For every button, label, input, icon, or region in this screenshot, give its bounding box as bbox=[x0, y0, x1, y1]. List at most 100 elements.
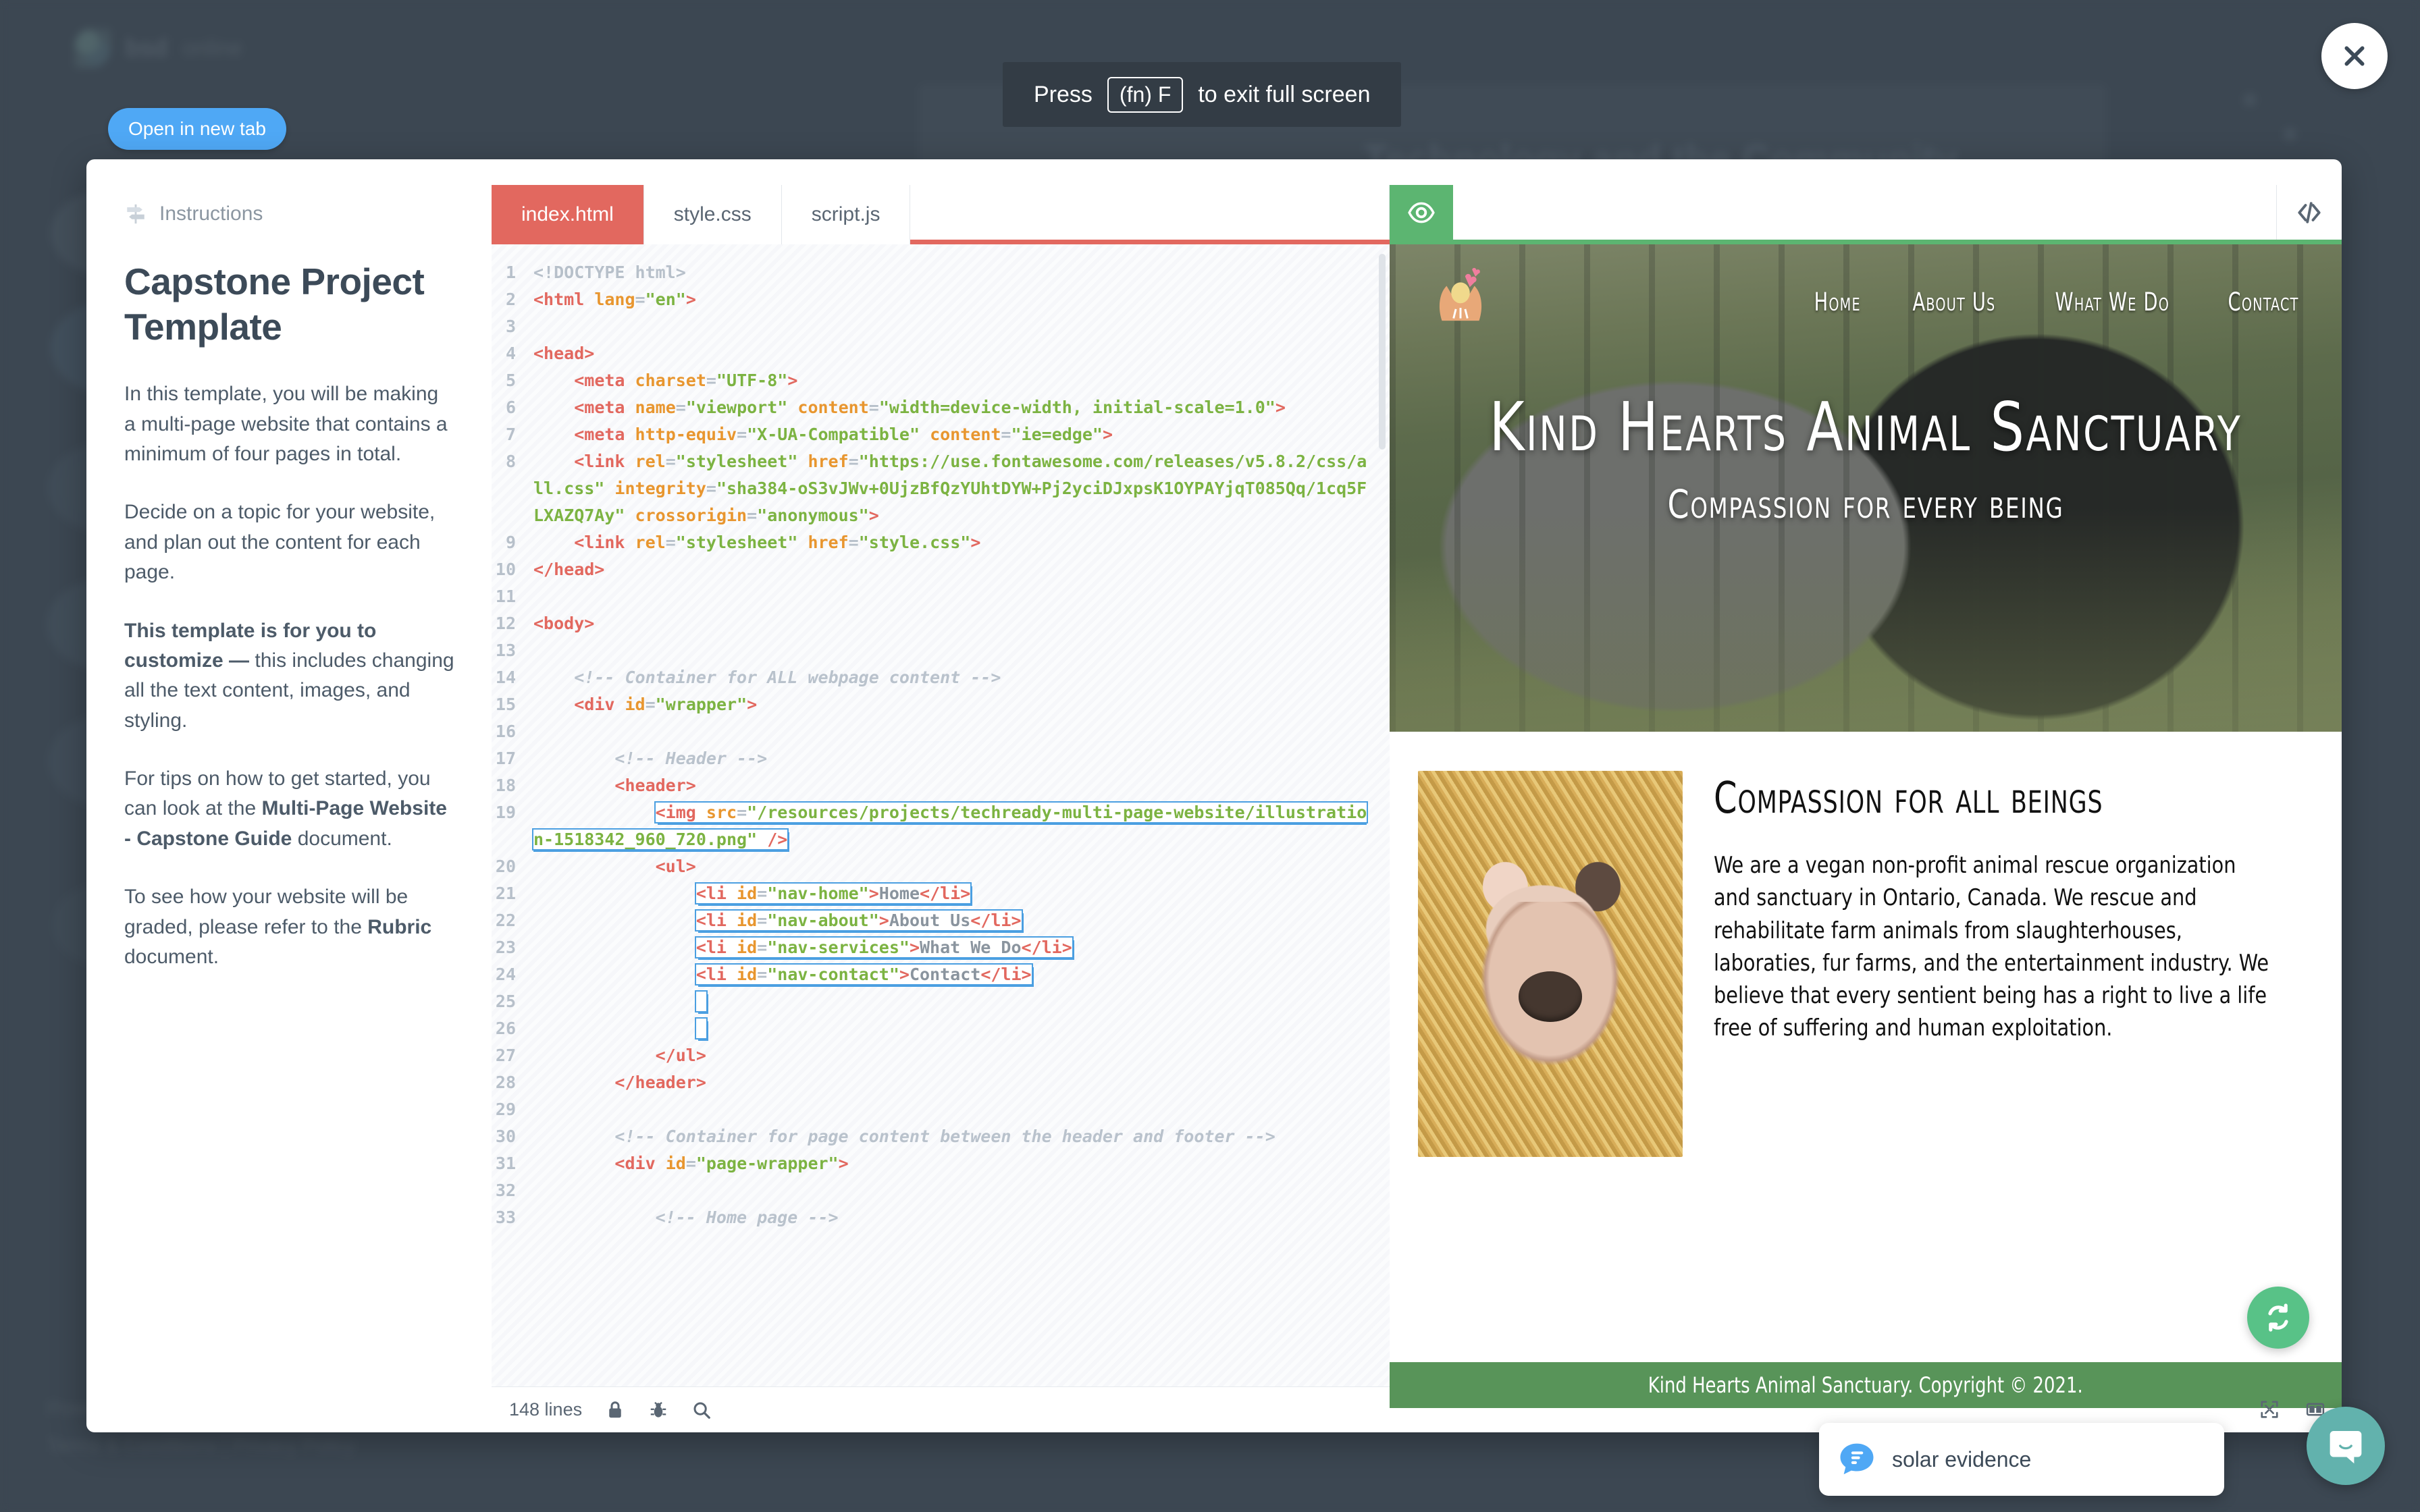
line-content[interactable]: <!DOCTYPE html> bbox=[533, 259, 1390, 286]
code-line[interactable]: 5 <meta charset="UTF-8"> bbox=[492, 367, 1390, 394]
line-content[interactable]: <img src="/resources/projects/techready-… bbox=[531, 799, 1390, 853]
tab-script-js[interactable]: script.js bbox=[781, 185, 911, 244]
close-modal-button[interactable] bbox=[2321, 23, 2388, 89]
line-content[interactable]: <head> bbox=[533, 340, 1390, 367]
code-line[interactable]: 31 <div id="page-wrapper"> bbox=[492, 1150, 1390, 1177]
line-content[interactable]: <li id="nav-contact">Contact</li> bbox=[533, 961, 1390, 988]
code-line[interactable]: 15 <div id="wrapper"> bbox=[492, 691, 1390, 718]
search-icon[interactable] bbox=[691, 1400, 712, 1420]
line-content[interactable]: <!-- Home page --> bbox=[533, 1204, 1390, 1231]
expand-icon[interactable] bbox=[2259, 1399, 2280, 1420]
line-content[interactable]: <header> bbox=[533, 772, 1390, 799]
line-content[interactable]: <li id="nav-about">About Us</li> bbox=[533, 907, 1390, 934]
line-number: 11 bbox=[495, 587, 516, 606]
line-content[interactable]: <html lang="en"> bbox=[533, 286, 1390, 313]
code-line[interactable]: 21 <li id="nav-home">Home</li> bbox=[492, 880, 1390, 907]
line-number: 3 bbox=[505, 317, 516, 336]
code-line[interactable]: 7 <meta http-equiv="X-UA-Compatible" con… bbox=[492, 421, 1390, 448]
line-content[interactable] bbox=[533, 637, 1390, 664]
code-line[interactable]: 2 <html lang="en"> bbox=[492, 286, 1390, 313]
line-content[interactable]: <!-- Container for ALL webpage content -… bbox=[533, 664, 1390, 691]
tab-index-html[interactable]: index.html bbox=[492, 185, 644, 244]
line-content[interactable] bbox=[533, 718, 1390, 745]
line-number: 17 bbox=[495, 749, 516, 768]
tab-style-css[interactable]: style.css bbox=[643, 185, 782, 244]
line-content[interactable]: <!-- Header --> bbox=[533, 745, 1390, 772]
line-number: 1 bbox=[505, 263, 516, 282]
code-line[interactable]: 17 <!-- Header --> bbox=[492, 745, 1390, 772]
code-line[interactable]: 23 <li id="nav-services">What We Do</li> bbox=[492, 934, 1390, 961]
line-content[interactable] bbox=[533, 1015, 1390, 1042]
preview-toggle-button[interactable] bbox=[1390, 185, 1453, 240]
code-line[interactable]: 12 <body> bbox=[492, 610, 1390, 637]
code-scroll-area[interactable]: 1 <!DOCTYPE html> 2 <html lang="en"> 3 4 <hea… bbox=[492, 244, 1390, 1386]
line-content[interactable]: <div id="page-wrapper"> bbox=[533, 1150, 1390, 1177]
code-line[interactable]: 19 <img src="/resources/projects/techrea… bbox=[492, 799, 1390, 853]
line-content[interactable]: </header> bbox=[533, 1069, 1390, 1096]
editor-scrollbar[interactable] bbox=[1379, 254, 1386, 450]
code-line[interactable]: 32 bbox=[492, 1177, 1390, 1204]
lock-icon[interactable] bbox=[605, 1400, 625, 1420]
line-content[interactable]: <div id="wrapper"> bbox=[533, 691, 1390, 718]
line-content[interactable] bbox=[533, 988, 1390, 1015]
code-line[interactable]: 3 bbox=[492, 313, 1390, 340]
code-line[interactable]: 10 </head> bbox=[492, 556, 1390, 583]
code-line[interactable]: 13 bbox=[492, 637, 1390, 664]
code-line[interactable]: 6 <meta name="viewport" content="width=d… bbox=[492, 394, 1390, 421]
code-line[interactable]: 25 bbox=[492, 988, 1390, 1015]
chat-launcher-icon bbox=[2330, 1431, 2362, 1464]
code-line[interactable]: 27 </ul> bbox=[492, 1042, 1390, 1069]
code-line[interactable]: 30 <!-- Container for page content betwe… bbox=[492, 1123, 1390, 1150]
instructions-paragraph-3: This template is for you to customize — … bbox=[124, 616, 455, 736]
open-in-new-tab-button[interactable]: Open in new tab bbox=[108, 108, 286, 150]
line-content[interactable]: <li id="nav-services">What We Do</li> bbox=[533, 934, 1390, 961]
line-content[interactable]: <ul> bbox=[533, 853, 1390, 880]
code-line[interactable]: 16 bbox=[492, 718, 1390, 745]
instructions-paragraph-1: In this template, you will be making a m… bbox=[124, 383, 448, 465]
line-content[interactable]: </head> bbox=[533, 556, 1390, 583]
code-line[interactable]: 8 <link rel="stylesheet" href="https://u… bbox=[492, 448, 1390, 529]
footer-terms-link[interactable]: Terms & Conditions bbox=[47, 1435, 217, 1457]
code-line[interactable]: 28 </header> bbox=[492, 1069, 1390, 1096]
code-line[interactable]: 11 bbox=[492, 583, 1390, 610]
line-number: 19 bbox=[495, 803, 516, 822]
line-content[interactable] bbox=[533, 1177, 1390, 1204]
close-icon bbox=[2344, 46, 2365, 66]
line-content[interactable] bbox=[533, 583, 1390, 610]
code-line[interactable]: 4 <head> bbox=[492, 340, 1390, 367]
line-content[interactable] bbox=[533, 313, 1390, 340]
line-content[interactable] bbox=[533, 1096, 1390, 1123]
chat-launcher-button[interactable] bbox=[2307, 1407, 2385, 1485]
line-content[interactable]: <body> bbox=[533, 610, 1390, 637]
code-line[interactable]: 18 <header> bbox=[492, 772, 1390, 799]
nav-link-contact[interactable]: Contact bbox=[2228, 288, 2298, 317]
bug-icon[interactable] bbox=[648, 1400, 668, 1420]
code-line[interactable]: 20 <ul> bbox=[492, 853, 1390, 880]
line-content[interactable]: <link rel="stylesheet" href="https://use… bbox=[533, 448, 1390, 529]
chat-notification[interactable]: solar evidence bbox=[1819, 1423, 2224, 1496]
code-line[interactable]: 29 bbox=[492, 1096, 1390, 1123]
footer-privacy-link[interactable]: Privacy Policy bbox=[233, 1435, 355, 1457]
line-content[interactable]: <!-- Container for page content between … bbox=[533, 1123, 1390, 1150]
logo-secondary-text: online bbox=[182, 35, 242, 60]
nav-link-services[interactable]: What We Do bbox=[2055, 288, 2169, 317]
view-source-button[interactable] bbox=[2277, 185, 2342, 240]
code-line[interactable]: 24 <li id="nav-contact">Contact</li> bbox=[492, 961, 1390, 988]
code-line[interactable]: 22 <li id="nav-about">About Us</li> bbox=[492, 907, 1390, 934]
line-content[interactable]: <meta http-equiv="X-UA-Compatible" conte… bbox=[533, 421, 1390, 448]
nav-link-home[interactable]: Home bbox=[1814, 288, 1860, 317]
line-content[interactable]: <meta name="viewport" content="width=dev… bbox=[533, 394, 1390, 421]
code-line[interactable]: 33 <!-- Home page --> bbox=[492, 1204, 1390, 1231]
nav-link-about[interactable]: About Us bbox=[1913, 288, 1996, 317]
line-content[interactable]: </ul> bbox=[533, 1042, 1390, 1069]
line-content[interactable]: <meta charset="UTF-8"> bbox=[533, 367, 1390, 394]
code-lines-container[interactable]: 1 <!DOCTYPE html> 2 <html lang="en"> 3 4 <hea… bbox=[492, 244, 1390, 1386]
refresh-preview-button[interactable] bbox=[2247, 1287, 2309, 1349]
code-line[interactable]: 26 bbox=[492, 1015, 1390, 1042]
line-content[interactable]: <link rel="stylesheet" href="style.css"> bbox=[533, 529, 1390, 556]
code-line[interactable]: 9 <link rel="stylesheet" href="style.css… bbox=[492, 529, 1390, 556]
line-content[interactable]: <li id="nav-home">Home</li> bbox=[533, 880, 1390, 907]
code-line[interactable]: 1 <!DOCTYPE html> bbox=[492, 259, 1390, 286]
code-line[interactable]: 14 <!-- Container for ALL webpage conten… bbox=[492, 664, 1390, 691]
preview-viewport[interactable]: Home About Us What We Do Contact Kind He… bbox=[1390, 244, 2342, 1432]
